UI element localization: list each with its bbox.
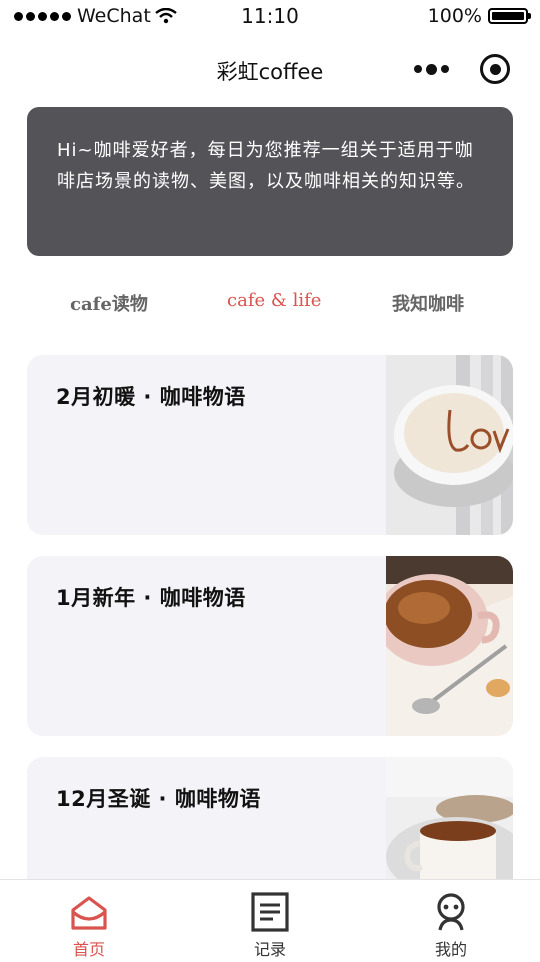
battery-percent: 100% <box>427 5 482 27</box>
article-title: 12月圣诞 · 咖啡物语 <box>56 787 261 811</box>
status-bar: WeChat 11:10 100% <box>0 0 540 32</box>
tab-coffee-knowledge[interactable]: 我知咖啡 <box>392 290 464 316</box>
article-title: 2月初暖 · 咖啡物语 <box>56 385 246 409</box>
article-card[interactable]: 1月新年 · 咖啡物语 <box>27 556 513 736</box>
article-title: 1月新年 · 咖啡物语 <box>56 586 246 610</box>
navigation-bar: 彩虹coffee <box>0 40 540 96</box>
battery-icon <box>488 8 531 24</box>
document-icon <box>251 892 289 932</box>
tabbar-item-home[interactable]: 首页 <box>29 880 149 962</box>
article-thumbnail <box>386 556 513 736</box>
close-target-icon[interactable] <box>480 54 510 84</box>
tabbar-item-records[interactable]: 记录 <box>210 880 330 962</box>
article-thumbnail <box>386 355 513 535</box>
tabbar-label: 记录 <box>253 940 286 959</box>
battery-indicator: 100% <box>427 5 531 27</box>
tabbar-item-profile[interactable]: 我的 <box>391 880 511 962</box>
home-icon <box>71 896 107 930</box>
profile-icon <box>437 893 465 931</box>
tabbar-label: 我的 <box>434 940 467 959</box>
intro-banner: Hi~咖啡爱好者，每日为您推荐一组关于适用于咖啡店场景的读物、美图，以及咖啡相关… <box>27 107 513 256</box>
category-tabs: cafe读物 cafe & life 我知咖啡 <box>0 290 540 326</box>
tabbar-label: 首页 <box>72 940 105 959</box>
bottom-tab-bar: 首页 记录 我的 <box>0 879 540 962</box>
article-card[interactable]: 2月初暖 · 咖啡物语 <box>27 355 513 535</box>
more-icon[interactable] <box>414 63 449 75</box>
tab-cafe-life[interactable]: cafe & life <box>227 290 321 311</box>
mini-program-capsule <box>390 52 510 86</box>
tab-cafe-reading[interactable]: cafe读物 <box>70 290 148 316</box>
